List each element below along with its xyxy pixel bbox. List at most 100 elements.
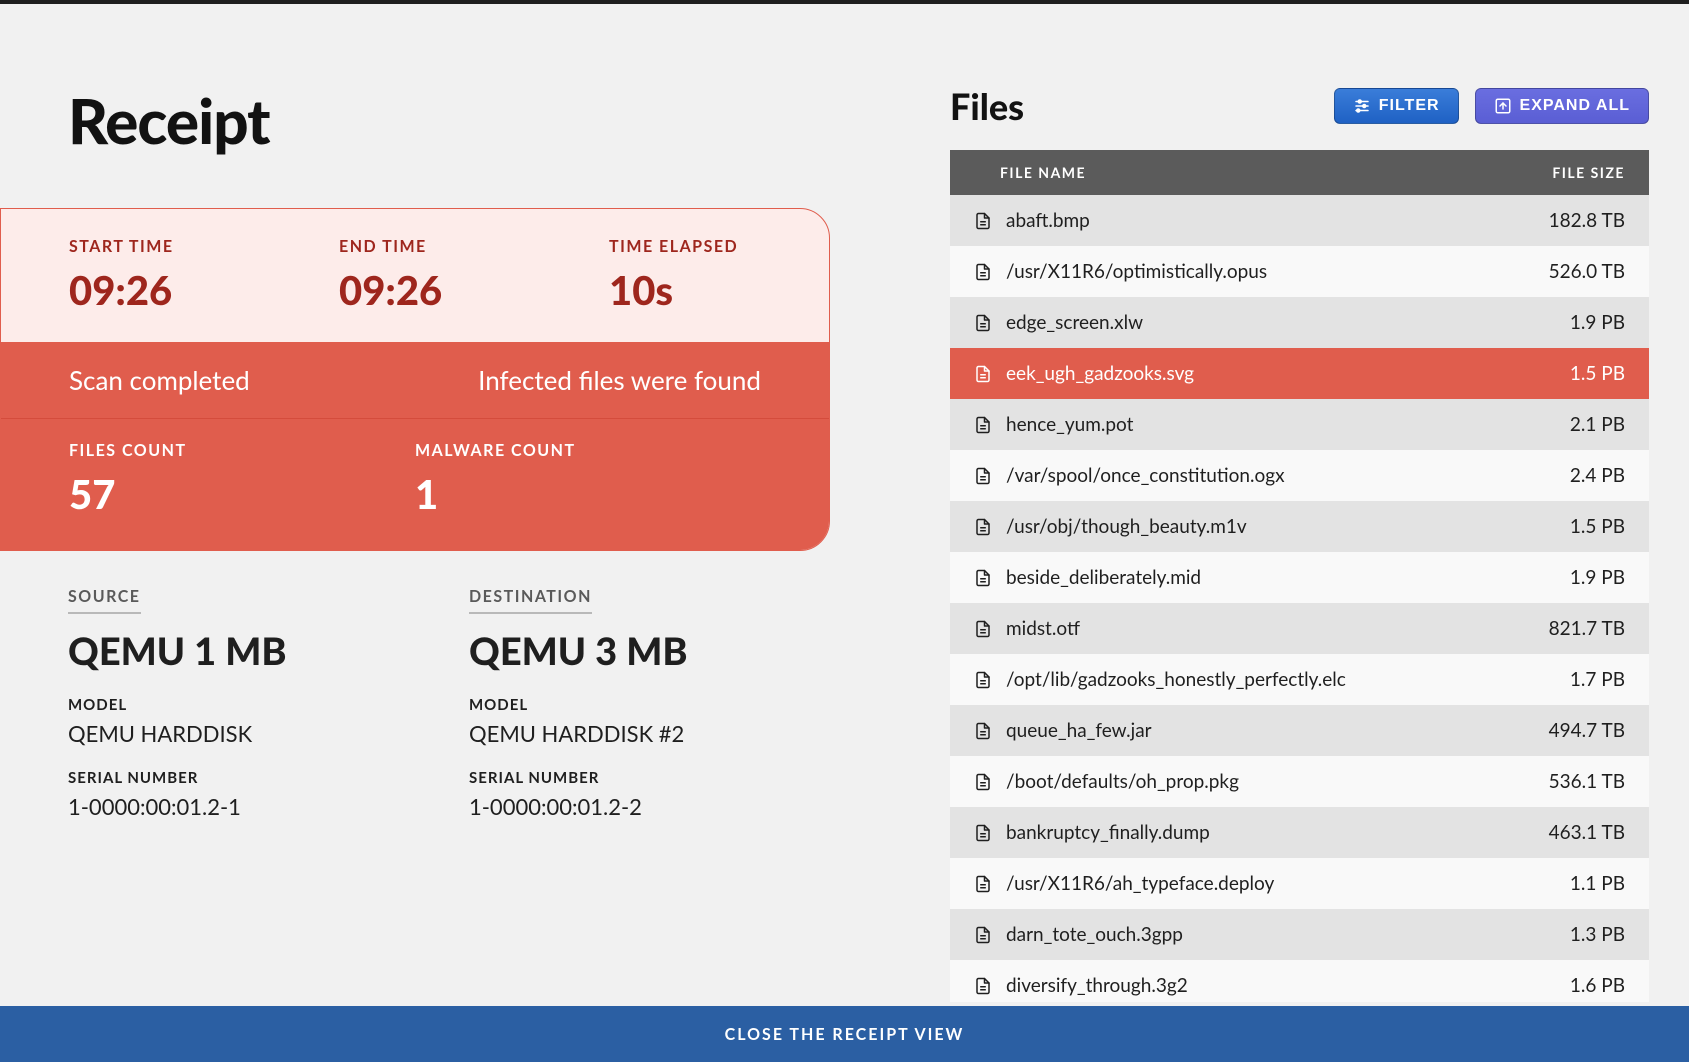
destination-model-value: QEMU HARDDISK #2 xyxy=(469,720,870,747)
file-icon xyxy=(974,669,992,691)
file-name: /boot/defaults/oh_prop.pkg xyxy=(1006,770,1485,793)
file-icon xyxy=(974,414,992,436)
file-size: 1.5 PB xyxy=(1485,362,1625,385)
file-name: /usr/obj/though_beauty.m1v xyxy=(1006,515,1485,538)
file-row[interactable]: /boot/defaults/oh_prop.pkg536.1 TB xyxy=(950,756,1649,807)
source-heading: SOURCE xyxy=(68,587,141,614)
destination-serial-value: 1-0000:00:01.2-2 xyxy=(469,793,870,820)
page-title: Receipt xyxy=(68,84,870,158)
file-name: eek_ugh_gadzooks.svg xyxy=(1006,362,1485,385)
file-icon xyxy=(974,465,992,487)
col-file-name: FILE NAME xyxy=(974,164,1485,181)
file-size: 463.1 TB xyxy=(1485,821,1625,844)
file-row[interactable]: /usr/X11R6/optimistically.opus526.0 TB xyxy=(950,246,1649,297)
file-size: 1.6 PB xyxy=(1485,974,1625,997)
file-size: 821.7 TB xyxy=(1485,617,1625,640)
file-name: hence_yum.pot xyxy=(1006,413,1485,436)
file-row[interactable]: /var/spool/once_constitution.ogx2.4 PB xyxy=(950,450,1649,501)
start-time-label: START TIME xyxy=(69,237,339,256)
file-row[interactable]: abaft.bmp182.8 TB xyxy=(950,195,1649,246)
file-size: 182.8 TB xyxy=(1485,209,1625,232)
file-name: /var/spool/once_constitution.ogx xyxy=(1006,464,1485,487)
file-size: 2.1 PB xyxy=(1485,413,1625,436)
files-table-header: FILE NAME FILE SIZE xyxy=(950,150,1649,195)
source-name: QEMU 1 MB xyxy=(68,628,469,674)
elapsed-value: 10s xyxy=(609,266,738,314)
sliders-icon xyxy=(1353,97,1371,115)
source-model-value: QEMU HARDDISK xyxy=(68,720,469,747)
file-row[interactable]: darn_tote_ouch.3gpp1.3 PB xyxy=(950,909,1649,960)
expand-all-button-label: EXPAND ALL xyxy=(1520,97,1630,115)
file-size: 1.1 PB xyxy=(1485,872,1625,895)
malware-count-value: 1 xyxy=(415,470,761,518)
file-row[interactable]: hence_yum.pot2.1 PB xyxy=(950,399,1649,450)
file-name: darn_tote_ouch.3gpp xyxy=(1006,923,1485,946)
end-time-label: END TIME xyxy=(339,237,609,256)
infected-found-text: Infected files were found xyxy=(478,364,761,396)
file-row[interactable]: /usr/obj/though_beauty.m1v1.5 PB xyxy=(950,501,1649,552)
file-name: abaft.bmp xyxy=(1006,209,1485,232)
file-name: /usr/X11R6/optimistically.opus xyxy=(1006,260,1485,283)
filter-button[interactable]: FILTER xyxy=(1334,88,1459,124)
file-name: edge_screen.xlw xyxy=(1006,311,1485,334)
destination-heading: DESTINATION xyxy=(469,587,592,614)
source-model-label: MODEL xyxy=(68,696,469,714)
end-time-value: 09:26 xyxy=(339,266,609,314)
malware-count-label: MALWARE COUNT xyxy=(415,441,761,460)
file-size: 1.3 PB xyxy=(1485,923,1625,946)
file-name: queue_ha_few.jar xyxy=(1006,719,1485,742)
file-icon xyxy=(974,924,992,946)
close-receipt-label: CLOSE THE RECEIPT VIEW xyxy=(725,1025,965,1044)
file-row[interactable]: queue_ha_few.jar494.7 TB xyxy=(950,705,1649,756)
files-title: Files xyxy=(950,84,1318,128)
file-size: 1.9 PB xyxy=(1485,566,1625,589)
file-size: 536.1 TB xyxy=(1485,770,1625,793)
file-size: 1.5 PB xyxy=(1485,515,1625,538)
file-row[interactable]: beside_deliberately.mid1.9 PB xyxy=(950,552,1649,603)
file-icon xyxy=(974,822,992,844)
file-name: diversify_through.3g2 xyxy=(1006,974,1485,997)
destination-serial-label: SERIAL NUMBER xyxy=(469,769,870,787)
source-serial-value: 1-0000:00:01.2-1 xyxy=(68,793,469,820)
files-table: abaft.bmp182.8 TB/usr/X11R6/optimistical… xyxy=(950,195,1649,1002)
source-serial-label: SERIAL NUMBER xyxy=(68,769,469,787)
file-row[interactable]: midst.otf821.7 TB xyxy=(950,603,1649,654)
file-row[interactable]: edge_screen.xlw1.9 PB xyxy=(950,297,1649,348)
file-row[interactable]: diversify_through.3g21.6 PB xyxy=(950,960,1649,1002)
file-row[interactable]: eek_ugh_gadzooks.svg1.5 PB xyxy=(950,348,1649,399)
file-icon xyxy=(974,720,992,742)
file-icon xyxy=(974,516,992,538)
file-icon xyxy=(974,363,992,385)
scan-completed-text: Scan completed xyxy=(69,364,478,396)
destination-device: DESTINATION QEMU 3 MB MODEL QEMU HARDDIS… xyxy=(469,587,870,820)
close-receipt-button[interactable]: CLOSE THE RECEIPT VIEW xyxy=(0,1006,1689,1062)
file-icon xyxy=(974,975,992,997)
col-file-size: FILE SIZE xyxy=(1485,164,1625,181)
start-time-value: 09:26 xyxy=(69,266,339,314)
file-row[interactable]: /opt/lib/gadzooks_honestly_perfectly.elc… xyxy=(950,654,1649,705)
file-row[interactable]: /usr/X11R6/ah_typeface.deploy1.1 PB xyxy=(950,858,1649,909)
file-row[interactable]: bankruptcy_finally.dump463.1 TB xyxy=(950,807,1649,858)
file-icon xyxy=(974,210,992,232)
files-count-label: FILES COUNT xyxy=(69,441,415,460)
file-name: beside_deliberately.mid xyxy=(1006,566,1485,589)
file-size: 1.7 PB xyxy=(1485,668,1625,691)
filter-button-label: FILTER xyxy=(1379,97,1440,115)
file-icon xyxy=(974,771,992,793)
source-device: SOURCE QEMU 1 MB MODEL QEMU HARDDISK SER… xyxy=(68,587,469,820)
files-count-value: 57 xyxy=(69,470,415,518)
file-icon xyxy=(974,618,992,640)
status-card: START TIME 09:26 END TIME 09:26 TIME ELA… xyxy=(0,208,830,551)
file-size: 494.7 TB xyxy=(1485,719,1625,742)
file-icon xyxy=(974,567,992,589)
file-name: /usr/X11R6/ah_typeface.deploy xyxy=(1006,872,1485,895)
file-size: 526.0 TB xyxy=(1485,260,1625,283)
destination-name: QEMU 3 MB xyxy=(469,628,870,674)
expand-icon xyxy=(1494,97,1512,115)
file-size: 1.9 PB xyxy=(1485,311,1625,334)
file-icon xyxy=(974,873,992,895)
expand-all-button[interactable]: EXPAND ALL xyxy=(1475,88,1649,124)
file-name: bankruptcy_finally.dump xyxy=(1006,821,1485,844)
elapsed-label: TIME ELAPSED xyxy=(609,237,738,256)
file-name: /opt/lib/gadzooks_honestly_perfectly.elc xyxy=(1006,668,1485,691)
